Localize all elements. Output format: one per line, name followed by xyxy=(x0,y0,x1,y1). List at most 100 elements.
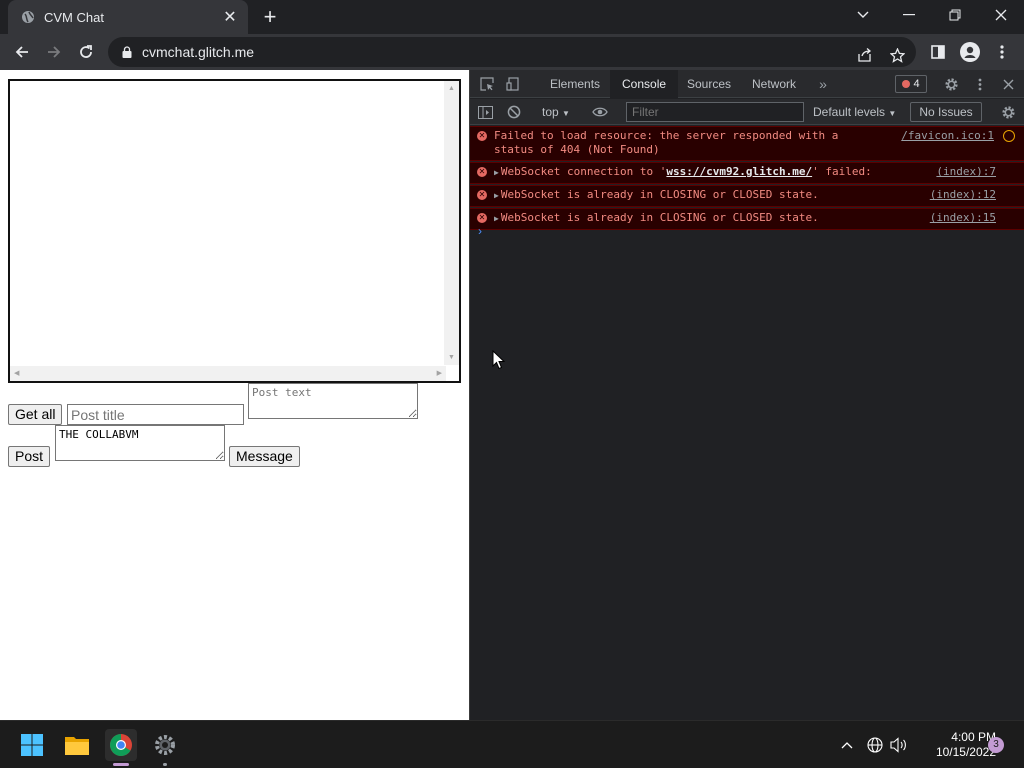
dropdown-caret-icon: ▼ xyxy=(562,109,570,118)
error-count-badge[interactable]: 4 xyxy=(895,75,927,93)
clear-console-icon[interactable] xyxy=(505,103,523,121)
tab-strip: CVM Chat ✕ + xyxy=(0,0,1024,34)
expand-triangle-icon[interactable]: ▶ xyxy=(494,191,499,200)
settings-gear-icon[interactable] xyxy=(942,75,960,93)
tab-elements[interactable]: Elements xyxy=(538,70,612,98)
console-error-row[interactable]: ✕ ▶ WebSocket is already in CLOSING or CL… xyxy=(470,185,1024,207)
post-button[interactable]: Post xyxy=(8,446,51,467)
browser-tab[interactable]: CVM Chat ✕ xyxy=(8,0,248,34)
profile-avatar-icon[interactable] xyxy=(958,40,982,64)
globe-icon xyxy=(20,9,36,25)
new-tab-button[interactable]: + xyxy=(258,6,282,28)
scroll-down-arrow-icon[interactable]: ▼ xyxy=(448,354,455,361)
error-text: Failed to load resource: the server resp… xyxy=(494,129,839,156)
devtools-menu-icon[interactable] xyxy=(971,75,989,93)
sidebar-toggle-icon[interactable] xyxy=(476,103,494,121)
levels-caret-icon: ▼ xyxy=(888,109,897,118)
active-app-indicator xyxy=(113,763,129,766)
error-source-link[interactable]: (index):7 xyxy=(936,165,996,179)
error-text: WebSocket is already in CLOSING or CLOSE… xyxy=(500,188,819,201)
tab-console[interactable]: Console xyxy=(610,70,679,98)
show-hidden-icons-chevron-icon[interactable] xyxy=(837,735,857,755)
forward-arrow-icon[interactable] xyxy=(42,40,66,64)
clock-date: 10/15/2022 xyxy=(935,745,996,759)
share-icon[interactable] xyxy=(854,44,876,66)
error-x-icon: ✕ xyxy=(477,213,487,223)
lock-icon[interactable] xyxy=(120,45,134,59)
running-app-indicator xyxy=(163,763,167,766)
close-devtools-icon[interactable] xyxy=(999,75,1017,93)
network-globe-icon[interactable] xyxy=(865,735,885,755)
message-button[interactable]: Message xyxy=(229,446,300,467)
windows-start-icon[interactable] xyxy=(16,729,48,761)
kebab-menu-icon[interactable] xyxy=(990,40,1014,64)
bookmark-star-icon[interactable] xyxy=(886,44,908,66)
issues-button[interactable]: No Issues xyxy=(910,102,982,122)
log-levels-label: Default levels xyxy=(813,105,886,119)
side-panel-icon[interactable] xyxy=(926,40,950,64)
error-source-link[interactable]: (index):15 xyxy=(930,211,996,225)
console-messages: ✕ Failed to load resource: the server re… xyxy=(470,126,1024,230)
address-bar[interactable]: cvmchat.glitch.me xyxy=(108,37,916,67)
log-levels-dropdown[interactable]: Default levels ▼ xyxy=(813,105,896,119)
notification-badge[interactable]: 3 xyxy=(988,737,1004,753)
url-text[interactable]: cvmchat.glitch.me xyxy=(142,44,254,60)
scroll-left-arrow-icon[interactable]: ◀ xyxy=(14,369,19,377)
tab-search-icon[interactable] xyxy=(840,0,886,30)
minimize-button[interactable] xyxy=(886,0,932,30)
scroll-right-arrow-icon[interactable]: ▶ xyxy=(437,369,442,377)
error-badge-icon xyxy=(902,80,911,88)
volume-speaker-icon[interactable] xyxy=(889,735,909,755)
expand-triangle-icon[interactable]: ▶ xyxy=(494,214,499,223)
scroll-up-arrow-icon[interactable]: ▲ xyxy=(448,85,455,92)
close-window-button[interactable] xyxy=(978,0,1024,30)
tab-sources[interactable]: Sources xyxy=(675,70,743,98)
console-error-row[interactable]: ✕ ▶ WebSocket is already in CLOSING or CL… xyxy=(470,208,1024,230)
mouse-cursor-icon xyxy=(492,350,506,370)
websocket-url-link[interactable]: wss://cvm92.glitch.me/ xyxy=(666,165,812,178)
windows-taskbar: 4:00 PM 10/15/2022 3 xyxy=(0,720,1024,768)
error-text: WebSocket connection to ' xyxy=(500,165,667,178)
context-selector[interactable]: top ▼ xyxy=(542,105,570,119)
device-toolbar-icon[interactable] xyxy=(504,75,522,93)
horizontal-scrollbar[interactable]: ◀ ▶ xyxy=(10,366,446,381)
console-filter-input[interactable] xyxy=(626,102,804,122)
live-expression-eye-icon[interactable] xyxy=(591,103,609,121)
console-settings-gear-icon[interactable] xyxy=(999,103,1017,121)
error-x-icon: ✕ xyxy=(477,167,487,177)
restore-button[interactable] xyxy=(932,0,978,30)
console-error-row[interactable]: ✕ ▶ WebSocket connection to 'wss://cvm92.… xyxy=(470,162,1024,184)
console-prompt-chevron-icon[interactable]: › xyxy=(478,224,482,238)
chat-output-frame[interactable]: ▲ ▼ ◀ ▶ xyxy=(8,79,461,383)
vertical-scrollbar[interactable]: ▲ ▼ xyxy=(444,81,459,365)
more-tabs-chevron-icon[interactable]: » xyxy=(814,75,832,93)
browser-toolbar: cvmchat.glitch.me xyxy=(0,34,1024,70)
console-toolbar: top ▼ Default levels ▼ No Issues xyxy=(470,99,1024,125)
error-message-text: Failed to load resource: the server resp… xyxy=(494,129,854,157)
get-all-button[interactable]: Get all xyxy=(8,404,63,425)
error-source-link[interactable]: (index):12 xyxy=(930,188,996,202)
devtools-tab-bar: Elements Console Sources Network » 4 xyxy=(470,70,1024,98)
message-textarea[interactable]: THE COLLABVM xyxy=(55,425,225,461)
system-clock[interactable]: 4:00 PM 10/15/2022 xyxy=(912,730,996,760)
console-error-row[interactable]: ✕ Failed to load resource: the server re… xyxy=(470,126,1024,161)
clock-time: 4:00 PM xyxy=(951,730,996,744)
chrome-taskbar-icon[interactable] xyxy=(105,729,137,766)
error-x-icon: ✕ xyxy=(477,190,487,200)
error-count: 4 xyxy=(913,78,920,90)
reload-icon[interactable] xyxy=(74,40,98,64)
tab-network[interactable]: Network xyxy=(740,70,808,98)
bug-icon[interactable] xyxy=(1003,130,1015,142)
post-text-textarea[interactable] xyxy=(248,383,418,419)
close-tab-icon[interactable]: ✕ xyxy=(220,7,240,27)
expand-triangle-icon[interactable]: ▶ xyxy=(494,168,499,177)
error-x-icon: ✕ xyxy=(477,131,487,141)
error-text-suffix: ' failed: xyxy=(812,165,872,178)
error-source-link[interactable]: /favicon.ico:1 xyxy=(901,129,994,143)
post-title-input[interactable] xyxy=(67,404,244,425)
page-viewport: ▲ ▼ ◀ ▶ Get all Post THE COLLABVM Messag… xyxy=(0,70,469,720)
inspect-element-icon[interactable] xyxy=(478,75,496,93)
settings-taskbar-icon[interactable] xyxy=(149,729,181,766)
back-arrow-icon[interactable] xyxy=(10,40,34,64)
file-explorer-icon[interactable] xyxy=(61,729,93,761)
